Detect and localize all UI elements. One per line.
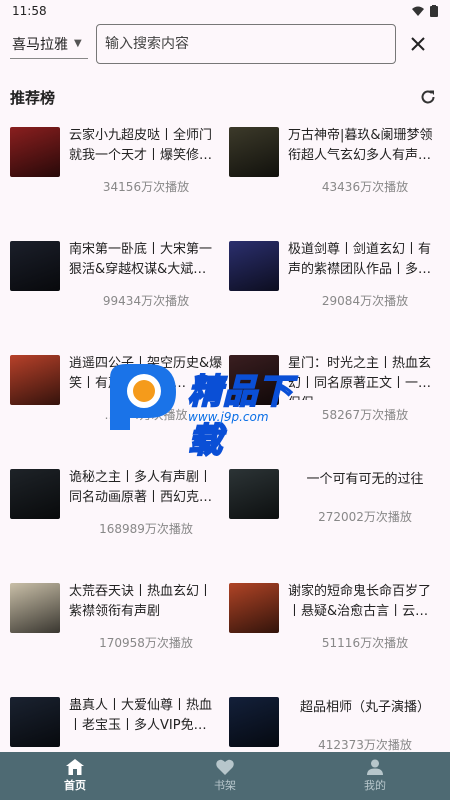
book-card[interactable]: 极道剑尊丨剑道玄幻丨有声的紫襟团队作品丨多… 29084万次播放	[229, 232, 448, 346]
nav-mine-label: 我的	[364, 779, 386, 792]
book-card[interactable]: 星门：时光之主丨热血玄幻丨同名原著正文丨一种侃侃… 58267万次播放	[229, 346, 448, 460]
book-cover	[10, 469, 60, 519]
book-cover	[10, 583, 60, 633]
book-card[interactable]: 云家小九超皮哒丨全师门就我一个天才丨爆笑修… 34156万次播放	[10, 118, 229, 232]
source-label: 喜马拉雅	[12, 36, 68, 53]
status-bar: 11:58	[0, 0, 450, 22]
dropdown-arrow-icon: ▼	[74, 38, 82, 49]
refresh-icon	[421, 90, 435, 104]
book-info: 万古神帝|暮玖&阑珊梦领衔超人气玄幻多人有声… 43436万次播放	[279, 118, 448, 195]
book-cover	[229, 241, 279, 291]
book-plays: 168989万次播放	[99, 522, 193, 536]
status-time: 11:58	[12, 4, 47, 18]
book-plays: 51116万次播放	[321, 636, 409, 650]
book-title: 逍遥四公子丨架空历史&爆笑丨有声的紫襟衔…	[69, 356, 223, 391]
book-title: 太荒吞天诀丨热血玄幻丨紫襟领衔有声剧	[69, 584, 213, 619]
refresh-button[interactable]	[416, 85, 440, 109]
nav-shelf-label: 书架	[214, 779, 236, 792]
person-icon	[367, 759, 383, 775]
book-plays: 34156万次播放	[102, 180, 190, 194]
battery-icon	[430, 5, 438, 17]
book-card[interactable]: 逍遥四公子丨架空历史&爆笑丨有声的紫襟衔… …634万次播放	[10, 346, 229, 460]
book-info: 南宋第一卧底丨大宋第一狠活&穿越权谋&大斌… 99434万次播放	[60, 232, 229, 309]
home-icon	[66, 759, 84, 775]
book-title: 南宋第一卧底丨大宋第一狠活&穿越权谋&大斌…	[69, 242, 213, 277]
book-title: 一个可有可无的过往	[306, 472, 424, 487]
book-info: 一个可有可无的过往 272002万次播放	[279, 460, 448, 525]
book-plays: 412373万次播放	[318, 738, 412, 752]
book-cover	[229, 469, 279, 519]
book-card[interactable]: 一个可有可无的过往 272002万次播放	[229, 460, 448, 574]
book-plays: 58267万次播放	[321, 408, 409, 422]
book-cover	[10, 355, 60, 405]
search-row: 喜马拉雅 ▼	[0, 22, 450, 66]
book-info: 极道剑尊丨剑道玄幻丨有声的紫襟团队作品丨多… 29084万次播放	[279, 232, 448, 309]
book-info: 太荒吞天诀丨热血玄幻丨紫襟领衔有声剧 170958万次播放	[60, 574, 229, 651]
search-input[interactable]	[105, 36, 387, 52]
book-title: 星门：时光之主丨热血玄幻丨同名原著正文丨一种侃侃…	[288, 356, 432, 400]
book-grid: 云家小九超皮哒丨全师门就我一个天才丨爆笑修… 34156万次播放 万古神帝|暮玖&阑…	[0, 118, 450, 800]
close-icon	[411, 37, 425, 51]
book-card[interactable]: 诡秘之主丨多人有声剧丨同名动画原著丨西幻克… 168989万次播放	[10, 460, 229, 574]
source-dropdown[interactable]: 喜马拉雅 ▼	[10, 29, 88, 59]
book-info: 蛊真人丨大爱仙尊丨热血丨老宝玉丨多人VIP免…	[60, 688, 229, 748]
bottom-nav: 首页 书架 我的	[0, 752, 450, 800]
book-title: 蛊真人丨大爱仙尊丨热血丨老宝玉丨多人VIP免…	[69, 698, 213, 733]
heart-icon	[216, 759, 234, 775]
close-button[interactable]	[404, 30, 432, 58]
book-plays: 272002万次播放	[318, 510, 412, 524]
book-info: 星门：时光之主丨热血玄幻丨同名原著正文丨一种侃侃… 58267万次播放	[279, 346, 448, 423]
book-info: 逍遥四公子丨架空历史&爆笑丨有声的紫襟衔… …634万次播放	[60, 346, 229, 423]
section-title: 推荐榜	[10, 88, 56, 107]
section-header: 推荐榜	[0, 80, 450, 114]
book-cover	[10, 241, 60, 291]
book-card[interactable]: 南宋第一卧底丨大宋第一狠活&穿越权谋&大斌… 99434万次播放	[10, 232, 229, 346]
status-icons	[412, 5, 438, 17]
book-card[interactable]: 万古神帝|暮玖&阑珊梦领衔超人气玄幻多人有声… 43436万次播放	[229, 118, 448, 232]
book-title: 云家小九超皮哒丨全师门就我一个天才丨爆笑修…	[69, 128, 213, 163]
book-title: 极道剑尊丨剑道玄幻丨有声的紫襟团队作品丨多…	[288, 242, 432, 277]
nav-shelf[interactable]: 书架	[150, 752, 300, 800]
book-info: 诡秘之主丨多人有声剧丨同名动画原著丨西幻克… 168989万次播放	[60, 460, 229, 537]
book-cover	[229, 127, 279, 177]
book-info: 谢家的短命鬼长命百岁了丨悬疑&治愈古言丨云… 51116万次播放	[279, 574, 448, 651]
book-card[interactable]: 太荒吞天诀丨热血玄幻丨紫襟领衔有声剧 170958万次播放	[10, 574, 229, 688]
book-card[interactable]: 谢家的短命鬼长命百岁了丨悬疑&治愈古言丨云… 51116万次播放	[229, 574, 448, 688]
nav-home-label: 首页	[64, 779, 86, 792]
book-title: 谢家的短命鬼长命百岁了丨悬疑&治愈古言丨云…	[288, 584, 432, 619]
book-title: 诡秘之主丨多人有声剧丨同名动画原著丨西幻克…	[69, 470, 213, 505]
book-cover	[10, 127, 60, 177]
book-info: 超品相师（丸子演播） 412373万次播放	[279, 688, 448, 753]
search-box[interactable]	[96, 24, 396, 64]
book-plays: 43436万次播放	[321, 180, 409, 194]
book-info: 云家小九超皮哒丨全师门就我一个天才丨爆笑修… 34156万次播放	[60, 118, 229, 195]
book-plays: 170958万次播放	[99, 636, 193, 650]
book-cover	[229, 355, 279, 405]
wifi-icon	[412, 6, 424, 16]
nav-mine[interactable]: 我的	[300, 752, 450, 800]
book-title: 万古神帝|暮玖&阑珊梦领衔超人气玄幻多人有声…	[288, 128, 433, 163]
book-plays: 29084万次播放	[321, 294, 409, 308]
book-cover	[229, 697, 279, 747]
book-cover	[10, 697, 60, 747]
book-cover	[229, 583, 279, 633]
book-plays: …634万次播放	[104, 408, 188, 422]
nav-home[interactable]: 首页	[0, 752, 150, 800]
book-plays: 99434万次播放	[102, 294, 190, 308]
book-title: 超品相师（丸子演播）	[299, 700, 430, 715]
